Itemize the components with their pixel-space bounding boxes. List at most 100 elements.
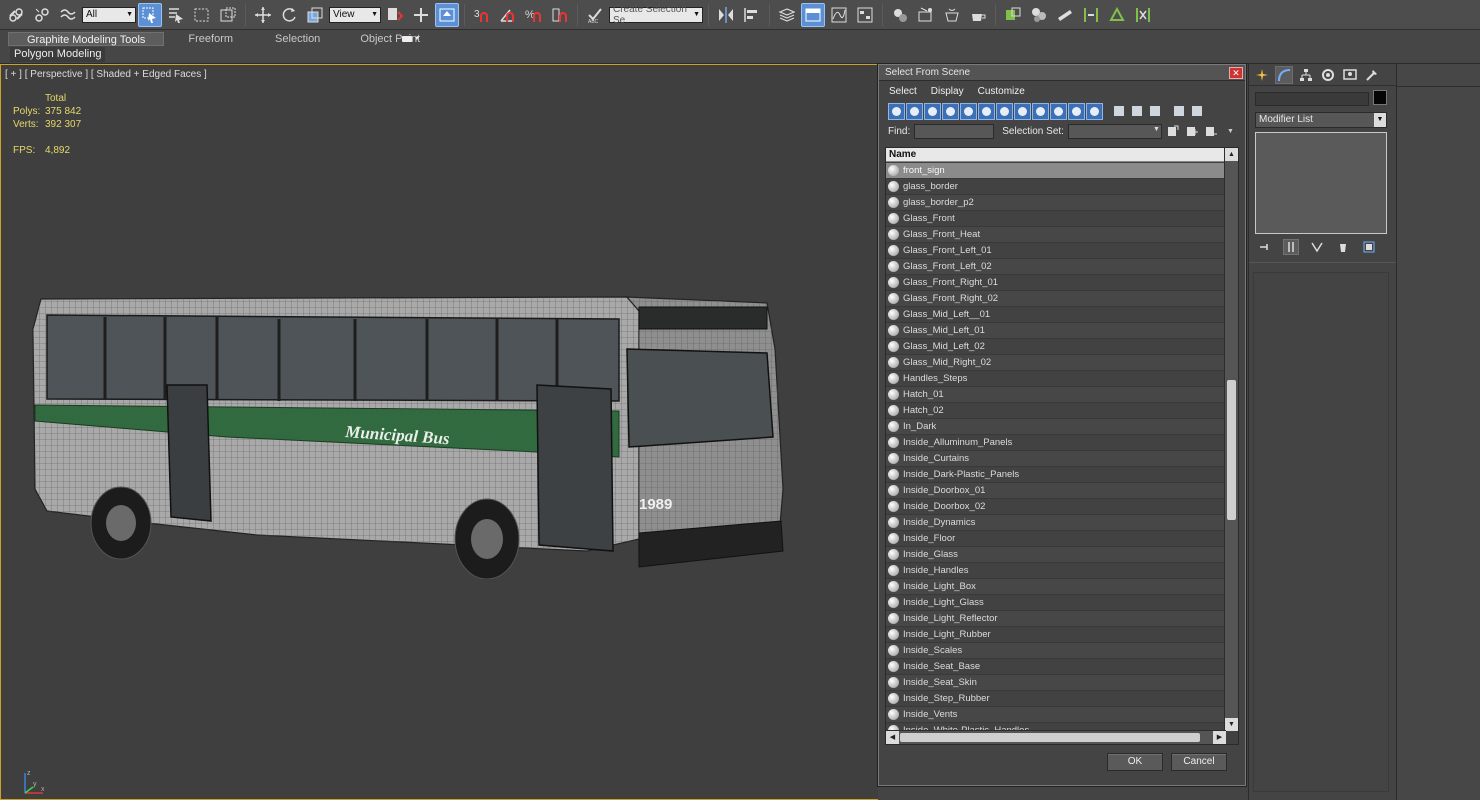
list-item[interactable]: Inside_Vents [886, 707, 1226, 723]
make-unique-icon[interactable] [1309, 239, 1325, 255]
dialog-options-chevron-icon[interactable]: ▼ [1223, 124, 1238, 139]
object-color-swatch[interactable] [1373, 90, 1387, 105]
create-selection-set-icon[interactable] [1166, 124, 1181, 139]
scroll-right-icon[interactable]: ▶ [1213, 731, 1226, 744]
display-lights-icon[interactable] [924, 102, 941, 120]
list-item[interactable]: Inside_Light_Glass [886, 595, 1226, 611]
pivot-center-icon[interactable] [383, 3, 407, 27]
window-crossing-icon[interactable] [216, 3, 240, 27]
select-and-scale-icon[interactable] [303, 3, 327, 27]
utilities-tab-icon[interactable] [1363, 66, 1381, 84]
list-item[interactable]: glass_border_p2 [886, 195, 1226, 211]
reference-coordinate-dropdown[interactable]: View ▼ [329, 6, 381, 23]
render-production-icon[interactable] [966, 3, 990, 27]
add-to-selection-set-icon[interactable] [1185, 124, 1200, 139]
display-helpers-icon[interactable] [960, 102, 977, 120]
list-item[interactable]: Glass_Front [886, 211, 1226, 227]
render-setup-icon[interactable] [914, 3, 938, 27]
list-item[interactable]: Hatch_01 [886, 387, 1226, 403]
list-item[interactable]: Glass_Mid_Left_01 [886, 323, 1226, 339]
find-input[interactable] [914, 123, 995, 139]
list-item[interactable]: Inside_Doorbox_01 [886, 483, 1226, 499]
mirror-icon[interactable] [714, 3, 738, 27]
custom-tool-b-icon[interactable] [1027, 3, 1051, 27]
modify-tab-icon[interactable] [1275, 65, 1293, 84]
modifier-stack[interactable] [1255, 132, 1387, 234]
list-item[interactable]: glass_border [886, 179, 1226, 195]
tab-freeform[interactable]: Freeform [170, 32, 251, 46]
list-item[interactable]: Glass_Front_Heat [886, 227, 1226, 243]
align-icon[interactable] [740, 3, 764, 27]
custom-tool-a-icon[interactable] [1001, 3, 1025, 27]
bus-model[interactable]: Municipal Bus 1989 [27, 289, 789, 579]
display-shapes-icon[interactable] [906, 102, 923, 120]
viewport-label-menu[interactable]: [ + ] [ Perspective ] [ Shaded + Edged F… [5, 69, 207, 80]
list-item[interactable]: Glass_Mid_Right_02 [886, 355, 1226, 371]
rendered-frame-window-icon[interactable] [940, 3, 964, 27]
scroll-up-icon[interactable]: ▲ [1225, 148, 1238, 161]
keyboard-shortcut-override-icon[interactable] [435, 2, 459, 27]
custom-tool-d-icon[interactable] [1079, 3, 1103, 27]
list-item[interactable]: Inside_Seat_Base [886, 659, 1226, 675]
ribbon-panel-polygon-modeling[interactable]: Polygon Modeling [10, 47, 106, 62]
list-item[interactable]: Handles_Steps [886, 371, 1226, 387]
angle-snap-icon[interactable] [496, 3, 520, 27]
display-groups-icon[interactable] [996, 102, 1013, 120]
list-item[interactable]: Hatch_02 [886, 403, 1226, 419]
edit-named-selection-icon[interactable]: ABC [583, 3, 607, 27]
list-item[interactable]: In_Dark [886, 419, 1226, 435]
scroll-left-icon[interactable]: ◀ [886, 731, 899, 744]
custom-tool-c-icon[interactable] [1053, 3, 1077, 27]
display-hidden-icon[interactable] [1086, 102, 1103, 120]
remove-modifier-icon[interactable] [1335, 239, 1351, 255]
select-and-move-icon[interactable] [251, 3, 275, 27]
list-vertical-scrollbar[interactable]: ▲ ▼ [1224, 148, 1238, 731]
list-item[interactable]: Inside_Step_Rubber [886, 691, 1226, 707]
list-item[interactable]: Glass_Mid_Left__01 [886, 307, 1226, 323]
list-item[interactable]: Glass_Front_Right_01 [886, 275, 1226, 291]
list-item[interactable]: front_sign [886, 163, 1226, 179]
percent-snap-icon[interactable]: % [522, 3, 546, 27]
motion-tab-icon[interactable] [1319, 66, 1337, 84]
cancel-button[interactable]: Cancel [1171, 753, 1227, 771]
display-geometry-icon[interactable] [888, 102, 905, 120]
layer-manager-icon[interactable] [775, 3, 799, 27]
configure-modifier-sets-icon[interactable] [1361, 239, 1377, 255]
select-object-icon[interactable] [138, 2, 162, 27]
filter-icon[interactable] [1170, 103, 1187, 120]
remove-from-selection-set-icon[interactable] [1204, 124, 1219, 139]
list-item[interactable]: Inside_Alluminum_Panels [886, 435, 1226, 451]
menu-customize[interactable]: Customize [978, 86, 1025, 97]
hierarchy-tab-icon[interactable] [1297, 66, 1315, 84]
list-item[interactable]: Inside_Scales [886, 643, 1226, 659]
ribbon-minimize-toggle[interactable]: ▼ [402, 33, 422, 45]
select-and-link-icon[interactable] [4, 3, 28, 27]
select-manipulate-icon[interactable] [409, 3, 433, 27]
ok-button[interactable]: OK [1107, 753, 1163, 771]
schematic-view-icon[interactable] [853, 3, 877, 27]
curve-editor-icon[interactable] [827, 3, 851, 27]
list-item[interactable]: Glass_Mid_Left_02 [886, 339, 1226, 355]
material-editor-icon[interactable] [888, 3, 912, 27]
display-all-icon[interactable] [1110, 103, 1127, 120]
spinner-snap-icon[interactable] [548, 3, 572, 27]
list-item[interactable]: Inside_Light_Reflector [886, 611, 1226, 627]
custom-tool-e-icon[interactable] [1105, 3, 1129, 27]
list-item[interactable]: Inside_Floor [886, 531, 1226, 547]
pin-stack-icon[interactable] [1257, 239, 1273, 255]
list-item[interactable]: Glass_Front_Left_01 [886, 243, 1226, 259]
display-containers-icon[interactable] [1050, 102, 1067, 120]
select-and-rotate-icon[interactable] [277, 3, 301, 27]
display-tab-icon[interactable] [1341, 66, 1359, 84]
list-item[interactable]: Inside_Glass [886, 547, 1226, 563]
display-none-icon[interactable] [1128, 103, 1145, 120]
menu-display[interactable]: Display [931, 86, 964, 97]
close-icon[interactable]: ✕ [1229, 66, 1243, 79]
modifier-list-dropdown[interactable]: Modifier List ▼ [1255, 112, 1387, 128]
selection-filter-dropdown[interactable]: All ▼ [82, 6, 136, 23]
column-header-name[interactable]: Name [886, 148, 1224, 162]
list-item[interactable]: Inside_Seat_Skin [886, 675, 1226, 691]
display-invert-icon[interactable] [1146, 103, 1163, 120]
filter-options-icon[interactable] [1188, 103, 1205, 120]
perspective-viewport[interactable]: [ + ] [ Perspective ] [ Shaded + Edged F… [0, 64, 878, 800]
